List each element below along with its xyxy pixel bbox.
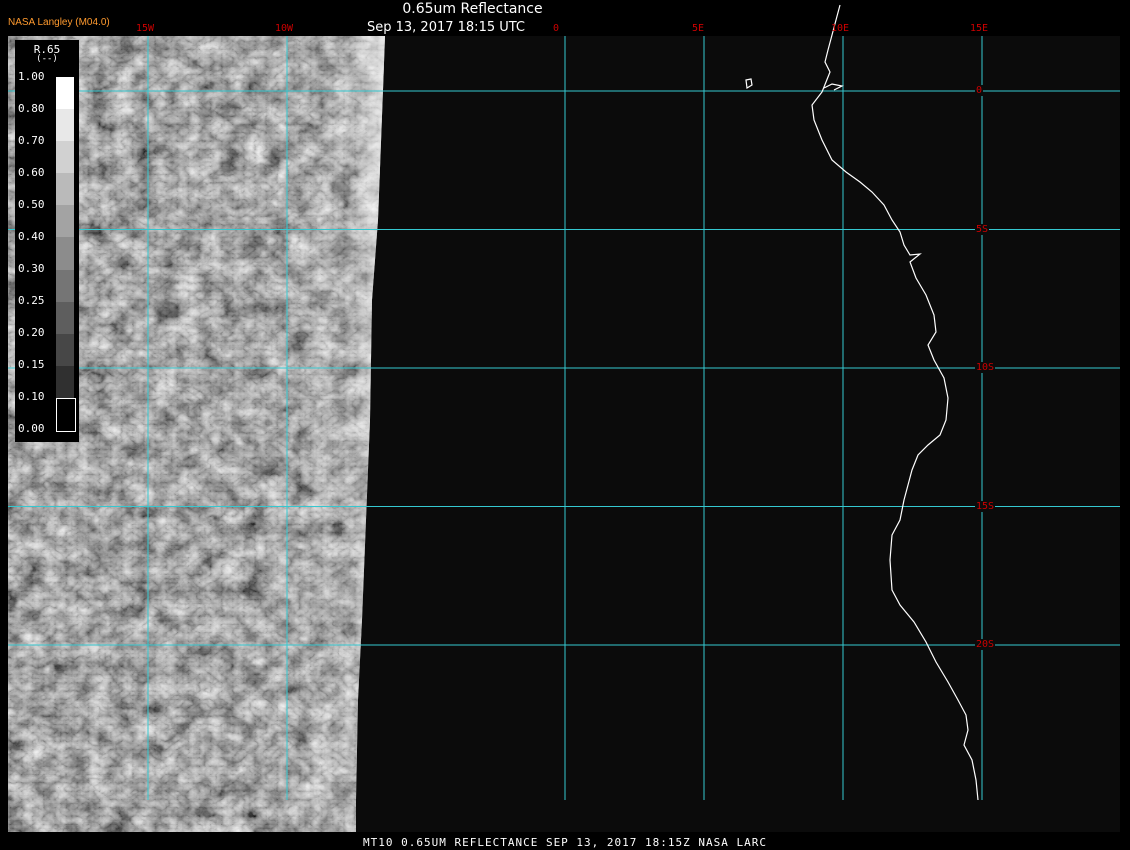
legend-color-box bbox=[56, 237, 74, 271]
legend-units: (--) bbox=[36, 54, 58, 64]
legend-tick-label: 0.10 bbox=[18, 390, 45, 403]
reflectance-legend: R.65 (--) 1.00 0.80 0.70 0.60 0.50 0.40 0.30 0.… bbox=[15, 40, 79, 442]
legend-color-box bbox=[56, 77, 74, 110]
legend-color-box bbox=[56, 173, 74, 206]
latitude-label: 10S bbox=[975, 362, 996, 373]
legend-tick-label: 0.80 bbox=[18, 102, 45, 115]
legend-color-box bbox=[56, 269, 74, 303]
longitude-label: 5E bbox=[692, 23, 705, 34]
page-title: 0.65um Reflectance bbox=[402, 1, 543, 17]
footer-caption: MT10 0.65UM REFLECTANCE SEP 13, 2017 18:… bbox=[363, 836, 767, 849]
legend-tick-label: 0.50 bbox=[18, 198, 45, 211]
legend-tick-label: 0.20 bbox=[18, 326, 45, 339]
map-canvas bbox=[8, 4, 1120, 832]
latitude-label: 0 bbox=[975, 85, 984, 96]
legend-color-box bbox=[56, 141, 74, 174]
legend-color-box bbox=[56, 397, 76, 433]
legend-color-box bbox=[56, 109, 74, 142]
longitude-label: 10E bbox=[831, 23, 850, 34]
timestamp: Sep 13, 2017 18:15 UTC bbox=[366, 20, 526, 35]
legend-tick-label: 1.00 bbox=[18, 70, 45, 83]
latitude-label: 5S bbox=[975, 223, 990, 235]
legend-tick-label: 0.70 bbox=[18, 134, 45, 147]
longitude-label: 10W bbox=[275, 23, 294, 34]
legend-color-box bbox=[56, 333, 74, 367]
legend-color-box bbox=[56, 205, 74, 238]
legend-color-box bbox=[56, 301, 74, 335]
latitude-label: 15S bbox=[975, 500, 996, 512]
longitude-label: 15W bbox=[136, 23, 155, 34]
longitude-label: 15E bbox=[970, 23, 989, 34]
legend-tick-label: 0.25 bbox=[18, 294, 45, 307]
legend-tick-label: 0.00 bbox=[18, 422, 45, 435]
latitude-label: 20S bbox=[975, 639, 996, 650]
legend-color-box bbox=[56, 365, 74, 399]
legend-tick-label: 0.15 bbox=[18, 358, 45, 371]
legend-tick-label: 0.30 bbox=[18, 262, 45, 275]
longitude-label: 0 bbox=[553, 23, 560, 34]
satellite-map-view: NASA Langley (M04.0) 0.65um Reflectance … bbox=[0, 0, 1130, 850]
legend-tick-label: 0.60 bbox=[18, 166, 45, 179]
legend-tick-label: 0.40 bbox=[18, 230, 45, 243]
